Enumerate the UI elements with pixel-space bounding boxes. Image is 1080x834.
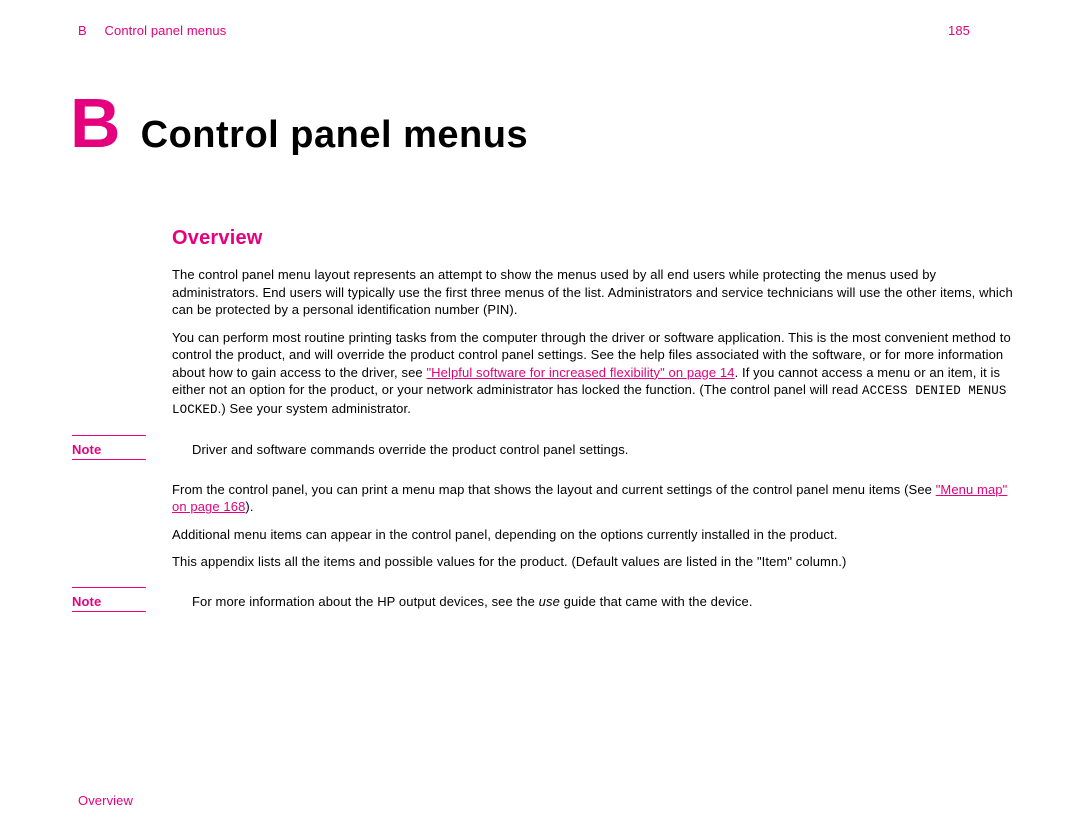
- note-2-rule-top: [72, 587, 146, 588]
- link-helpful-software[interactable]: "Helpful software for increased flexibil…: [426, 365, 734, 380]
- note-1-rule-bottom: [72, 459, 146, 460]
- para2-post: .) See your system administrator.: [218, 401, 411, 416]
- footer-section-name: Overview: [78, 792, 133, 810]
- note-1-label: Note: [72, 441, 101, 459]
- note-2-label: Note: [72, 593, 101, 611]
- content-area: Overview The control panel menu layout r…: [172, 225, 1020, 632]
- note-2-body: For more information about the HP output…: [192, 593, 1020, 611]
- note2-pre: For more information about the HP output…: [192, 594, 539, 609]
- note2-post: guide that came with the device.: [560, 594, 753, 609]
- note-1-body: Driver and software commands override th…: [192, 441, 1020, 459]
- paragraph-5: This appendix lists all the items and po…: [172, 553, 1020, 571]
- note-1-row: Note Driver and software commands overri…: [172, 441, 1020, 459]
- header-appendix-letter: B: [78, 23, 87, 38]
- document-page: B Control panel menus 185 B Control pane…: [0, 0, 1080, 834]
- paragraph-4: Additional menu items can appear in the …: [172, 526, 1020, 544]
- chapter-title-row: B Control panel menus: [70, 88, 528, 161]
- note-1-rule-top: [72, 435, 146, 436]
- paragraph-3: From the control panel, you can print a …: [172, 481, 1020, 516]
- chapter-title: Control panel menus: [141, 110, 528, 161]
- paragraph-2: You can perform most routine printing ta…: [172, 329, 1020, 419]
- header-breadcrumb: B Control panel menus: [78, 22, 226, 40]
- header-title: Control panel menus: [105, 23, 227, 38]
- section-heading: Overview: [172, 225, 1020, 252]
- chapter-letter: B: [70, 88, 121, 158]
- para3-pre: From the control panel, you can print a …: [172, 482, 936, 497]
- page-number: 185: [948, 22, 970, 40]
- para3-post: ).: [245, 499, 253, 514]
- note-2-rule-bottom: [72, 611, 146, 612]
- paragraph-1: The control panel menu layout represents…: [172, 266, 1020, 319]
- note-2-row: Note For more information about the HP o…: [172, 593, 1020, 611]
- note2-em: use: [539, 594, 560, 609]
